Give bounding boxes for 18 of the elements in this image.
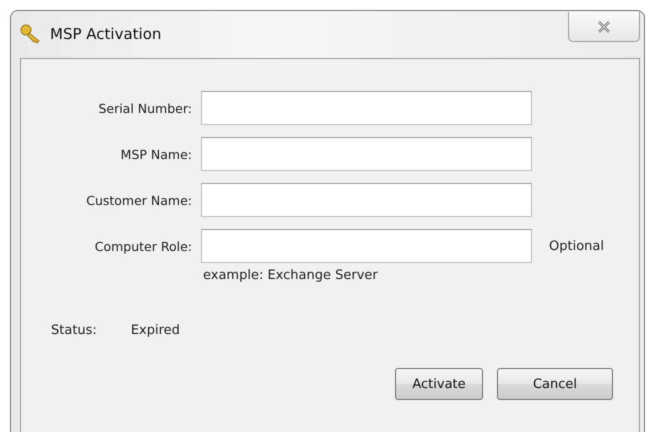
window-title: MSP Activation (50, 25, 162, 43)
activate-button[interactable]: Activate (395, 368, 483, 400)
field-label: Computer Role: (94, 238, 192, 254)
text-field[interactable] (201, 91, 532, 125)
field-label: MSP Name: (120, 146, 192, 162)
status-label: Status: (51, 323, 97, 338)
key-icon (20, 24, 42, 44)
close-icon (597, 20, 611, 32)
close-button[interactable] (568, 12, 640, 42)
field-label: Customer Name: (85, 192, 192, 208)
field-label: Serial Number: (97, 100, 192, 116)
example-hint: example: Exchange Server (202, 268, 379, 283)
status-value: Expired (130, 323, 180, 338)
text-field[interactable] (201, 229, 532, 263)
text-field[interactable] (201, 183, 532, 217)
cancel-button[interactable]: Cancel (497, 368, 613, 400)
text-field[interactable] (201, 137, 532, 171)
optional-note: Optional (549, 238, 605, 254)
